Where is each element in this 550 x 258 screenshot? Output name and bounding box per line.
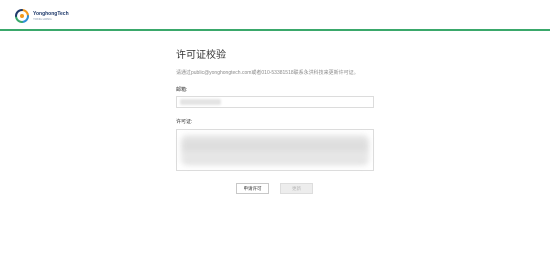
- apply-license-button[interactable]: 申请许可: [236, 183, 269, 194]
- update-button[interactable]: 更新: [280, 183, 313, 194]
- brand-name: YonghongTech: [33, 10, 69, 17]
- brand-sub: YONG HONG: [33, 16, 52, 21]
- logo-icon: [15, 9, 29, 23]
- email-input[interactable]: [176, 96, 374, 108]
- license-form: 许可证校验 请通过public@yonghongtech.com或者010-53…: [176, 0, 374, 258]
- brand-logo[interactable]: YonghongTech YONG HONG: [14, 8, 69, 24]
- logo-text: YonghongTech YONG HONG: [33, 10, 69, 21]
- contact-hint: 请通过public@yonghongtech.com或者010-53381518…: [176, 70, 359, 76]
- page-title: 许可证校验: [176, 50, 226, 61]
- license-label: 许可证:: [176, 119, 193, 125]
- email-label: 邮箱:: [176, 87, 188, 93]
- license-textarea[interactable]: [176, 129, 374, 171]
